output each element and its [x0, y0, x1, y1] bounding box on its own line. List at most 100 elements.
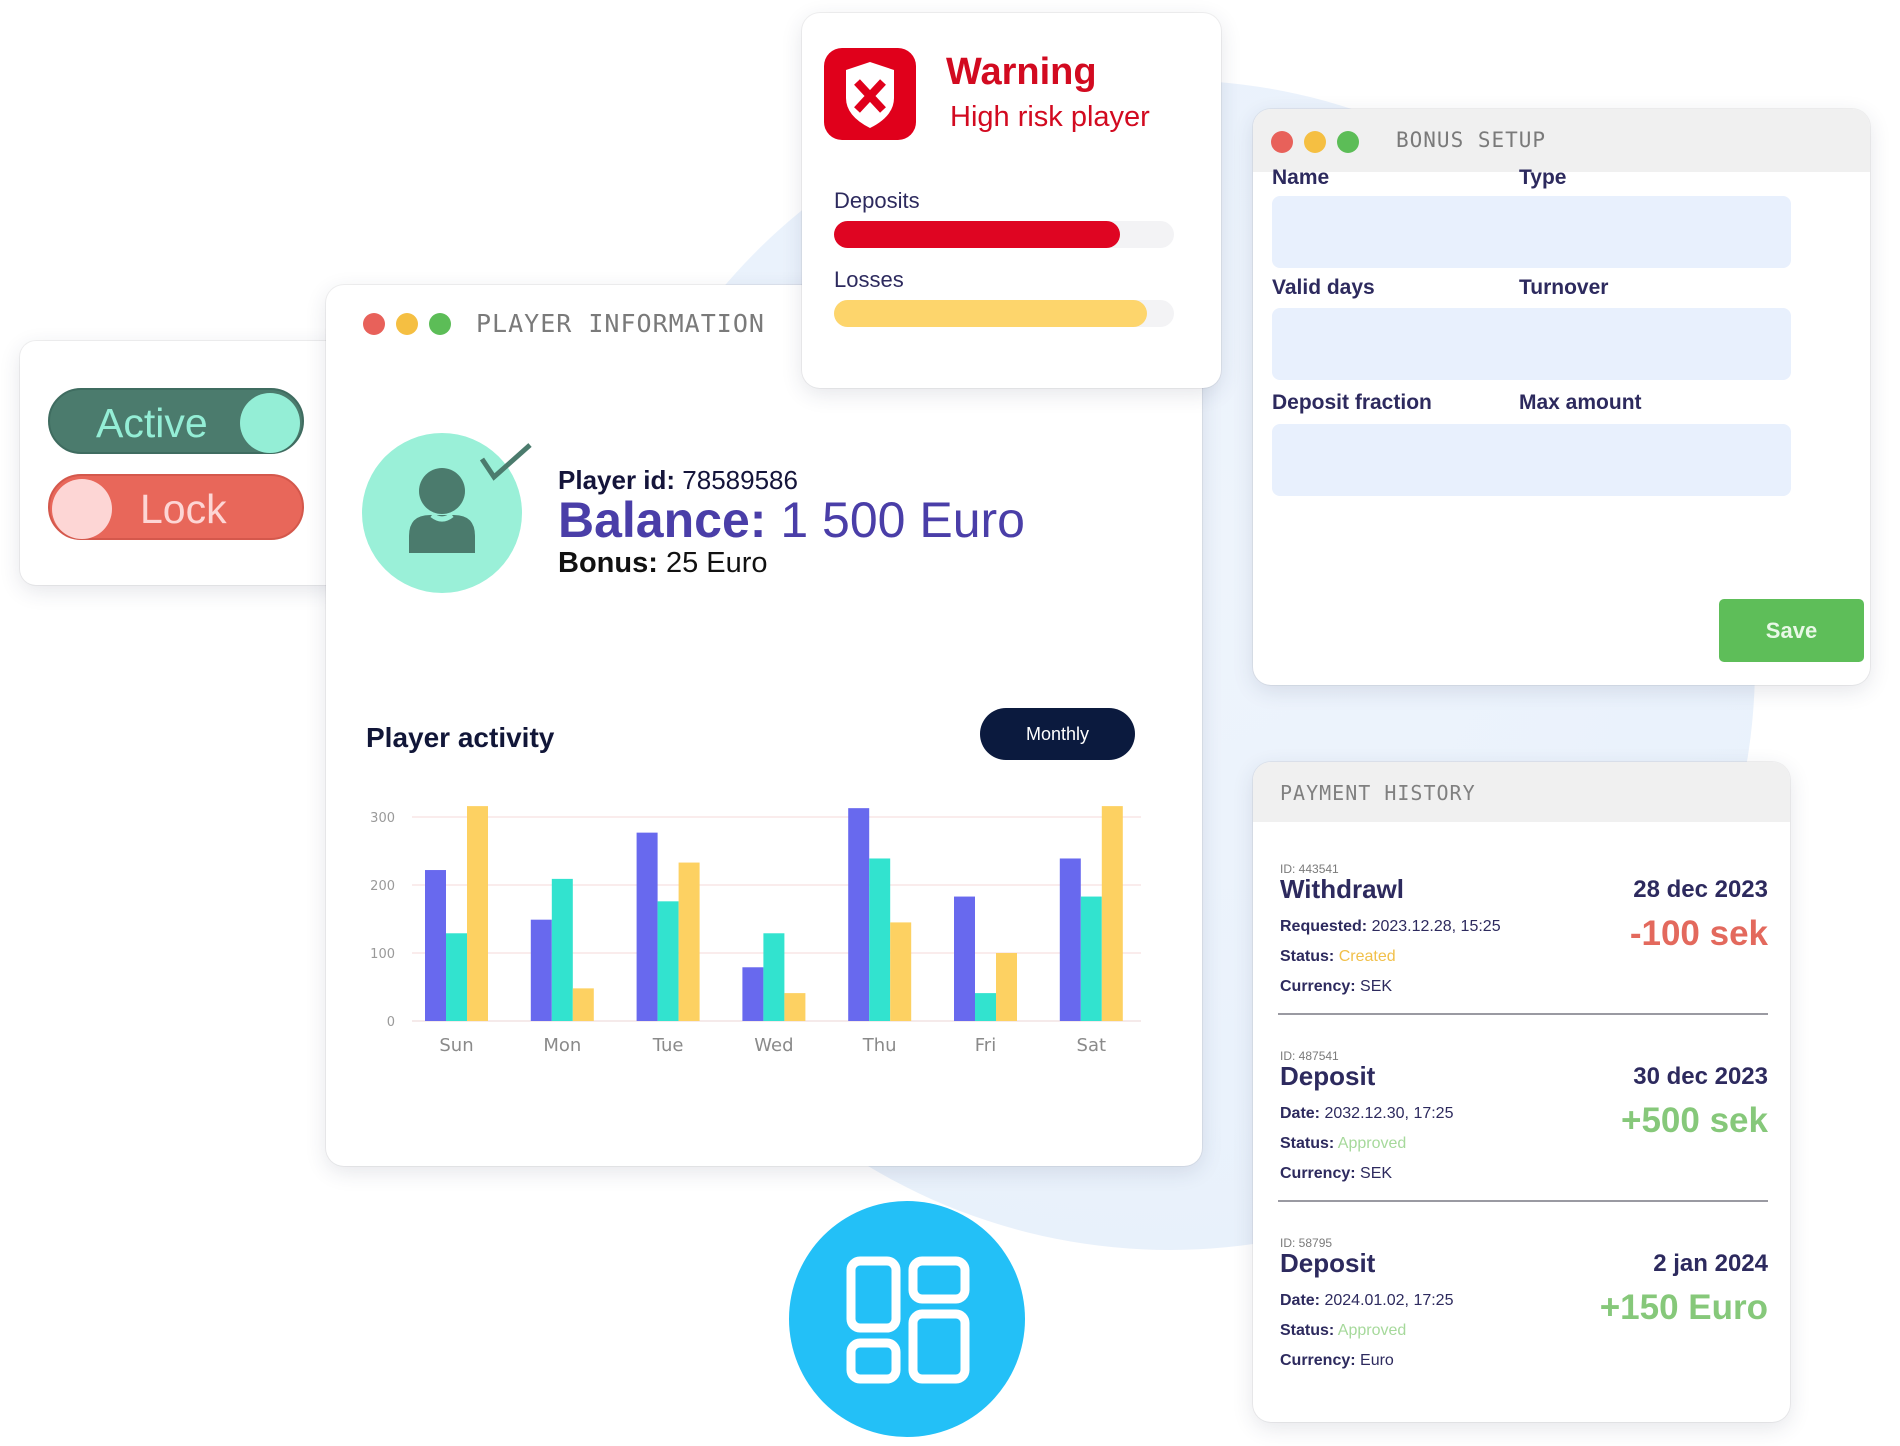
payment-history-window: PAYMENT HISTORY ID: 443541 Withdrawl 28 … — [1253, 762, 1790, 1422]
payment-currency: Currency: Euro — [1280, 1352, 1394, 1370]
bar-mon-series-1 — [530, 919, 552, 1021]
x-tick-label: Thu — [862, 1035, 897, 1056]
time-label: Date: — [1280, 1292, 1321, 1309]
y-tick-label: 300 — [370, 811, 395, 826]
divider — [1278, 1013, 1768, 1015]
type-field[interactable] — [1519, 196, 1791, 268]
player-information-window: PLAYER INFORMATION Player id: 78589586 B… — [326, 285, 1202, 1166]
valid-days-label: Valid days — [1272, 276, 1375, 299]
bar-fri-series-2 — [975, 993, 996, 1021]
x-tick-label: Tue — [652, 1035, 684, 1056]
x-tick-label: Fri — [975, 1035, 996, 1056]
bonus-setup-window: BONUS SETUP Name Type Valid days Turnove… — [1253, 109, 1870, 685]
y-tick-label: 200 — [370, 879, 395, 894]
bar-sun-series-3 — [467, 806, 488, 1021]
y-tick-label: 0 — [387, 1015, 395, 1030]
payment-time: Date: 2024.01.02, 17:25 — [1280, 1292, 1453, 1310]
y-tick-label: 100 — [370, 947, 395, 962]
payment-date: 2 jan 2024 — [1653, 1250, 1768, 1277]
status-label: Status: — [1280, 1135, 1335, 1152]
payment-amount: +150 Euro — [1599, 1288, 1768, 1327]
bar-sat-series-3 — [1101, 806, 1123, 1021]
maximize-window-dot[interactable] — [1337, 131, 1359, 153]
status-label: Status: — [1280, 948, 1335, 965]
time-label: Date: — [1280, 1105, 1321, 1122]
bar-sat-series-2 — [1080, 896, 1102, 1021]
currency-label: Currency: — [1280, 1352, 1356, 1369]
type-label: Type — [1519, 166, 1567, 189]
payment-status: Status: Created — [1280, 948, 1396, 966]
payment-type: Withdrawl — [1280, 874, 1404, 904]
currency-label: Currency: — [1280, 1165, 1356, 1182]
dashboard-button[interactable] — [789, 1201, 1025, 1437]
bar-fri-series-1 — [954, 896, 975, 1021]
payment-type: Deposit — [1280, 1248, 1376, 1278]
payment-status: Status: Approved — [1280, 1322, 1406, 1340]
payment-item[interactable]: ID: 487541 Deposit 30 dec 2023 +500 sek … — [1253, 1049, 1790, 1239]
window-header: BONUS SETUP — [1253, 109, 1870, 172]
payment-currency: Currency: SEK — [1280, 1165, 1392, 1183]
currency-label: Currency: — [1280, 978, 1356, 995]
x-tick-label: Sun — [439, 1035, 473, 1056]
deposits-label: Deposits — [834, 188, 920, 213]
currency-value: Euro — [1360, 1352, 1394, 1369]
payment-status: Status: Approved — [1280, 1135, 1406, 1153]
divider — [1278, 1200, 1768, 1202]
bar-thu-series-2 — [869, 858, 891, 1021]
status-badge: Approved — [1337, 1135, 1407, 1152]
payment-amount: +500 sek — [1621, 1101, 1768, 1140]
bar-mon-series-2 — [551, 878, 573, 1021]
bar-wed-series-2 — [763, 933, 785, 1021]
warning-card: Warning High risk player Deposits Losses — [802, 13, 1221, 388]
active-toggle-label: Active — [96, 400, 208, 446]
window-controls — [1271, 131, 1359, 153]
bar-thu-series-3 — [890, 922, 912, 1021]
time-value: 2023.12.28, 15:25 — [1371, 918, 1501, 935]
bar-wed-series-1 — [742, 967, 764, 1021]
window-title: PAYMENT HISTORY — [1280, 781, 1476, 805]
dashboard-layout-icon — [846, 1256, 970, 1384]
x-tick-label: Wed — [754, 1035, 793, 1056]
payment-date: 28 dec 2023 — [1633, 876, 1768, 903]
active-toggle[interactable]: Active — [48, 388, 304, 454]
status-badge: Approved — [1337, 1322, 1407, 1339]
minimize-window-dot[interactable] — [1304, 131, 1326, 153]
deposits-progress-fill — [834, 221, 1120, 248]
status-label: Status: — [1280, 1322, 1335, 1339]
lock-toggle[interactable]: Lock — [48, 474, 304, 540]
bar-mon-series-3 — [572, 988, 594, 1021]
bar-sun-series-2 — [446, 933, 467, 1021]
payment-date: 30 dec 2023 — [1633, 1063, 1768, 1090]
name-label: Name — [1272, 166, 1330, 189]
shield-x-icon — [824, 48, 916, 140]
bar-wed-series-3 — [784, 993, 806, 1021]
bar-thu-series-1 — [848, 808, 870, 1021]
status-badge: Created — [1338, 948, 1396, 965]
window-title: BONUS SETUP — [1396, 128, 1547, 152]
bar-sat-series-1 — [1059, 858, 1081, 1021]
max-amount-field[interactable] — [1519, 424, 1791, 496]
currency-value: SEK — [1360, 1165, 1393, 1182]
bar-tue-series-2 — [657, 901, 679, 1021]
losses-progress-fill — [834, 300, 1147, 327]
payment-time: Requested: 2023.12.28, 15:25 — [1280, 918, 1501, 936]
status-toggle-card: Active Lock — [20, 341, 343, 585]
toggle-knob[interactable] — [52, 479, 112, 539]
payment-amount: -100 sek — [1629, 914, 1768, 953]
payment-type: Deposit — [1280, 1061, 1376, 1091]
save-button[interactable]: Save — [1719, 599, 1864, 662]
time-value: 2024.01.02, 17:25 — [1324, 1292, 1454, 1309]
bar-fri-series-3 — [996, 953, 1017, 1021]
toggle-knob[interactable] — [240, 393, 300, 453]
player-activity-chart: 0 100 200 300 Sun Mon Tue Wed Thu Fri Sat — [370, 806, 1141, 1056]
lock-toggle-label: Lock — [140, 486, 227, 532]
time-label: Requested: — [1280, 918, 1368, 935]
turnover-field[interactable] — [1519, 308, 1791, 380]
window-header: PAYMENT HISTORY — [1253, 762, 1790, 822]
payment-item[interactable]: ID: 58795 Deposit 2 jan 2024 +150 Euro D… — [1253, 1236, 1790, 1422]
deposits-progress-bar — [834, 221, 1174, 248]
close-window-dot[interactable] — [1271, 131, 1293, 153]
losses-label: Losses — [834, 267, 904, 292]
payment-item[interactable]: ID: 443541 Withdrawl 28 dec 2023 -100 se… — [1253, 862, 1790, 1052]
payment-currency: Currency: SEK — [1280, 978, 1392, 996]
